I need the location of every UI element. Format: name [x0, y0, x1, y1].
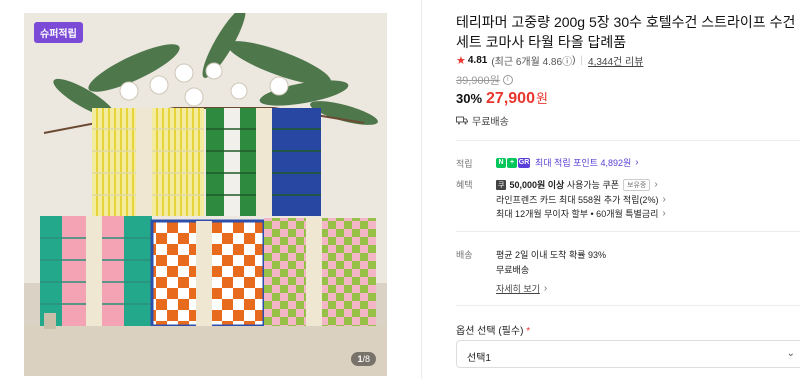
original-price: 39,900원	[456, 75, 500, 87]
chevron-right-icon: ›	[635, 157, 639, 168]
column-divider	[421, 0, 422, 379]
chevron-right-icon: ›	[543, 283, 548, 294]
points-label: 적립	[456, 159, 473, 169]
review-count-link[interactable]: 4,344건 리뷰	[588, 53, 643, 68]
image-counter-total: /8	[362, 354, 370, 364]
delivery-label: 배송	[456, 250, 473, 260]
coupon-amount: 50,000원 이상	[509, 180, 565, 190]
badge-grade: GR	[518, 157, 530, 168]
rating-info-icon[interactable]: ⓘ	[562, 53, 572, 68]
section-divider	[456, 140, 800, 141]
product-image-gallery[interactable]: 슈퍼적립 1/8	[24, 13, 387, 376]
rating-recent: (최근 6개월 4.86	[491, 57, 563, 68]
image-counter[interactable]: 1/8	[351, 352, 376, 366]
sale-price: 27,900	[486, 90, 535, 107]
card-benefit-text: 라인프렌즈 카드 최대 558원 추가 적립(2%)	[496, 195, 659, 205]
original-price-row: 39,900원 i	[456, 72, 513, 88]
section-divider	[456, 231, 800, 232]
shipping-row: 무료배송	[456, 113, 509, 128]
delivery-line1: 평균 2일 이내 도착 확률 93%	[496, 250, 607, 260]
chevron-right-icon: ›	[662, 194, 666, 205]
delivery-line2: 무료배송	[496, 265, 530, 275]
product-photo	[24, 13, 387, 376]
chevron-right-icon: ›	[662, 208, 666, 219]
currency-unit: 원	[535, 91, 548, 106]
badge-n: N	[496, 157, 506, 168]
naver-plus-badge: N + GR	[496, 157, 531, 168]
option-select[interactable]: 선택1 ⌄	[456, 340, 800, 368]
product-title: 테리파머 고중량 200g 5장 30수 호텔수건 스트라이프 수건 세트 코마…	[456, 14, 796, 50]
option-label: 옵션 선택 (필수) *	[456, 322, 530, 337]
option-label-text: 옵션 선택 (필수)	[456, 326, 524, 337]
required-mark: *	[526, 326, 531, 337]
shipping-text: 무료배송	[472, 117, 509, 128]
rating-recent-close: )	[572, 55, 576, 66]
installment-row[interactable]: 최대 12개월 무이자 할부 • 60개월 특별금리 ›	[496, 207, 666, 220]
delivery-detail-link[interactable]: 자세히 보기	[496, 282, 540, 295]
benefit-label: 혜택	[456, 180, 473, 190]
installment-text: 최대 12개월 무이자 할부 • 60개월 특별금리	[496, 209, 659, 219]
price-row: 30% 27,900 원	[456, 88, 548, 108]
rating-row: ★ 4.81 (최근 6개월 4.86 ⓘ) | 4,344건 리뷰	[456, 53, 643, 68]
chevron-down-icon: ⌄	[786, 348, 795, 359]
super-points-badge: 슈퍼적립	[34, 22, 83, 43]
coupon-hold-badge: 보유중	[623, 178, 651, 191]
rating-score: 4.81	[467, 55, 488, 66]
chevron-right-icon: ›	[654, 179, 658, 190]
max-points-text: 최대 적립 포인트 4,892원	[535, 158, 632, 168]
rating-separator: |	[580, 55, 584, 66]
star-icon: ★	[456, 55, 466, 67]
section-divider	[456, 305, 800, 306]
card-benefit-row[interactable]: 라인프렌즈 카드 최대 558원 추가 적립(2%) ›	[496, 193, 666, 206]
price-info-icon[interactable]: i	[502, 75, 513, 85]
truck-icon	[456, 116, 468, 125]
points-row[interactable]: N + GR 최대 적립 포인트 4,892원 ›	[496, 156, 639, 169]
delivery-detail-row[interactable]: 자세히 보기 ›	[496, 282, 547, 295]
coupon-text: 사용가능 쿠폰	[566, 180, 620, 190]
badge-plus: +	[507, 157, 517, 168]
discount-rate: 30%	[456, 91, 483, 106]
coupon-row[interactable]: 쿠 50,000원 이상 사용가능 쿠폰 보유중 ›	[496, 178, 658, 191]
coupon-icon: 쿠	[496, 179, 507, 190]
option-selected-value: 선택1	[467, 353, 491, 364]
